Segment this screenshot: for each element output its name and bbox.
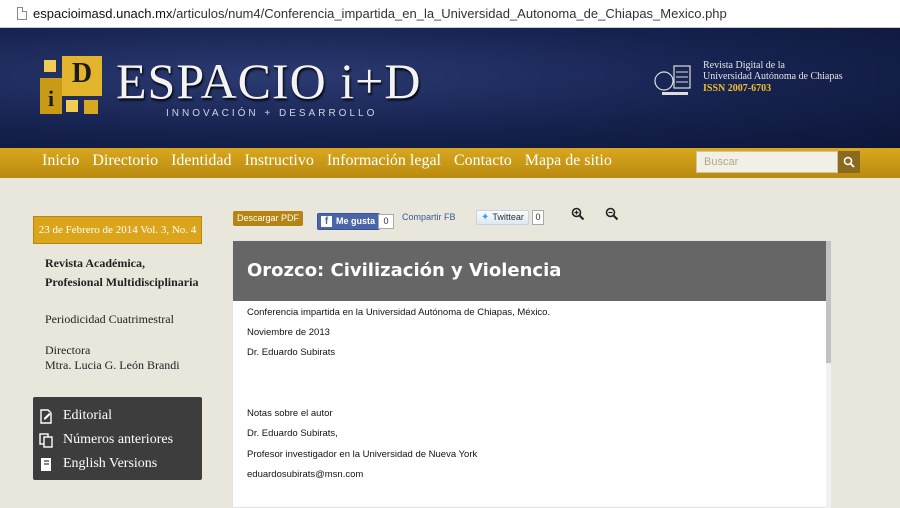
nav-item-informacion-legal[interactable]: Información legal [327,152,441,170]
sidebar-item-label: Editorial [63,408,112,423]
article-line: Noviembre de 2013 [247,327,330,338]
site-tagline: INNOVACIÓN + DESARROLLO [166,108,378,119]
zoom-in-icon[interactable] [571,207,585,221]
article-line: Notas sobre el autor [247,408,333,419]
zoom-out-icon[interactable] [605,207,619,221]
editorial-icon [40,408,52,424]
issue-date-badge: 23 de Febrero de 2014 Vol. 3, No. 4 [33,216,202,244]
nav-item-directorio[interactable]: Directorio [92,152,158,170]
copy-icon [39,432,53,448]
download-pdf-button[interactable]: Descargar PDF [233,211,304,226]
sidebar-item-editorial[interactable]: Editorial [33,404,202,428]
nav-item-instructivo[interactable]: Instructivo [245,152,314,170]
scrollbar-thumb[interactable] [826,241,831,363]
journal-type-line-1: Revista Académica, [45,256,145,270]
site-header: D i ESPACIO i+D INNOVACIÓN + DESARROLLO … [0,28,900,148]
address-bar[interactable]: espacioimasd.unach.mx/articulos/num4/Con… [0,0,900,28]
sidebar-item-numeros-anteriores[interactable]: Números anteriores [33,428,202,452]
main-nav: Inicio Directorio Identidad Instructivo … [0,148,900,178]
url-path: /articulos/num4/Conferencia_impartida_en… [172,6,727,21]
nav-item-contacto[interactable]: Contacto [454,152,512,170]
periodicity-text: Periodicidad Cuatrimestral [45,312,174,326]
article-panel: Orozco: Civilización y Violencia Confere… [232,240,831,508]
search-icon [843,156,855,168]
issn-label: ISSN 2007-6703 [703,83,772,94]
article-title: Orozco: Civilización y Violencia [233,241,826,301]
fb-share-link[interactable]: Compartir FB [402,212,456,222]
nav-item-inicio[interactable]: Inicio [42,152,79,170]
journal-info: Revista Digital de la Universidad Autóno… [703,60,843,94]
site-brand[interactable]: ESPACIO i+D [116,52,421,110]
article-line: Dr. Eduardo Subirats [247,347,336,358]
twitter-count: 0 [532,210,544,225]
journal-line-1: Revista Digital de la [703,60,785,71]
journal-line-2: Universidad Autónoma de Chiapas [703,71,843,82]
director-name: Mtra. Lucia G. León Brandi [45,358,180,372]
journal-type-line-2: Profesional Multidisciplinaria [45,275,199,289]
director-label: Directora [45,343,91,357]
director-block: Directora Mtra. Lucia G. León Brandi [45,343,180,373]
nav-item-mapa-de-sitio[interactable]: Mapa de sitio [525,152,612,170]
author-email[interactable]: eduardosubirats@msn.com [247,469,363,480]
journal-type: Revista Académica, Profesional Multidisc… [45,254,198,292]
unach-seal-icon [654,65,691,95]
url-domain: espacioimasd.unach.mx [33,6,173,21]
url-text[interactable]: espacioimasd.unach.mx/articulos/num4/Con… [33,6,727,21]
facebook-icon: f [321,216,332,227]
article-line: Conferencia impartida en la Universidad … [247,307,551,318]
twitter-tweet-button[interactable]: ✦ Twittear [476,210,529,225]
article-line: Profesor investigador en la Universidad … [247,449,478,460]
twitter-bird-icon: ✦ [481,212,490,223]
fb-like-count: 0 [378,214,394,229]
search-button[interactable] [838,151,860,173]
sidebar-item-label: English Versions [63,456,158,471]
page-icon [17,7,27,20]
fb-like-label: Me gusta [336,216,376,226]
fb-like-button[interactable]: f Me gusta [317,213,381,230]
sidebar-item-label: Números anteriores [63,432,174,447]
book-icon [41,457,51,471]
sidebar-item-english-versions[interactable]: English Versions [33,452,202,476]
search-input[interactable]: Buscar [696,151,838,173]
twitter-label: Twittear [492,212,524,222]
sidebar-menu: Editorial Números anteriores English Ver… [33,397,202,480]
nav-item-identidad[interactable]: Identidad [171,152,231,170]
article-scrollbar[interactable] [826,241,831,508]
article-line: Dr. Eduardo Subirats, [247,428,338,439]
espacio-logo-icon[interactable]: D i [40,56,102,120]
